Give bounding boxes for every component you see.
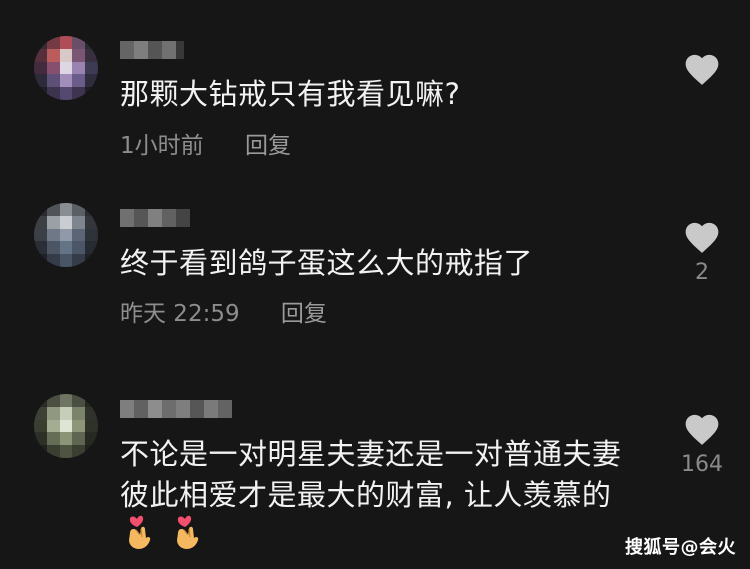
emoji-row xyxy=(124,513,206,555)
comment-meta: 1小时前 回复 xyxy=(120,126,291,160)
like-button[interactable] xyxy=(680,50,724,86)
heart-icon xyxy=(685,54,719,85)
heart-icon xyxy=(685,222,719,253)
avatar[interactable] xyxy=(34,36,98,100)
comment-time: 1小时前 xyxy=(120,133,204,159)
avatar[interactable] xyxy=(34,394,98,458)
finger-heart-emoji-icon xyxy=(124,513,158,555)
watermark: 搜狐号@会火 xyxy=(625,537,736,558)
username-blurred[interactable] xyxy=(120,209,190,227)
finger-heart-emoji-icon xyxy=(172,513,206,555)
comment-text-line-2: 彼此相爱才是最大的财富, 让人羡慕的 xyxy=(120,478,612,512)
comment-text: 终于看到鸽子蛋这么大的戒指了 xyxy=(120,246,534,280)
like-button[interactable]: 2 xyxy=(680,218,724,285)
comment-meta: 昨天 22:59 回复 xyxy=(120,294,327,328)
username-blurred[interactable] xyxy=(120,41,184,59)
comment-time: 昨天 22:59 xyxy=(120,301,240,327)
avatar[interactable] xyxy=(34,203,98,267)
comment-text-line-1: 不论是一对明星夫妻还是一对普通夫妻 xyxy=(120,437,622,471)
reply-button[interactable]: 回复 xyxy=(281,301,327,327)
like-count: 164 xyxy=(681,452,723,477)
like-button[interactable]: 164 xyxy=(680,410,724,477)
reply-button[interactable]: 回复 xyxy=(245,133,291,159)
comment-text: 那颗大钻戒只有我看见嘛? xyxy=(120,77,461,111)
like-count: 2 xyxy=(695,260,709,285)
heart-icon xyxy=(685,414,719,445)
username-blurred[interactable] xyxy=(120,400,232,418)
